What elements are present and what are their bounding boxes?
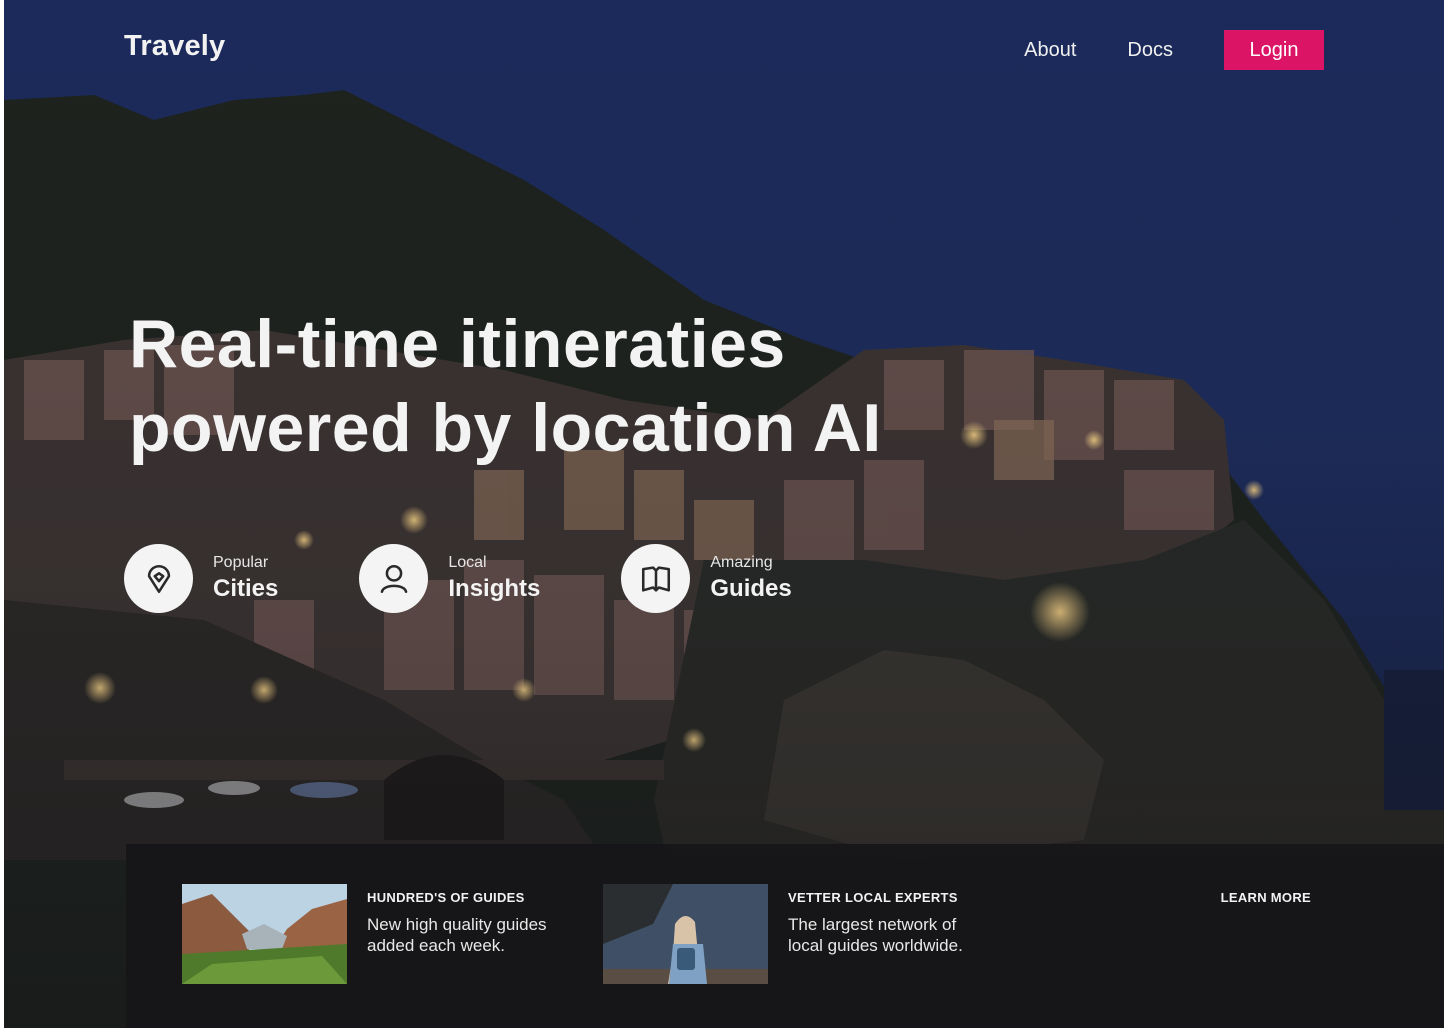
book-icon <box>621 544 691 613</box>
feature-list: Popular Cities Local Insights Amazing Gu… <box>124 544 873 613</box>
login-button[interactable]: Login <box>1224 30 1324 70</box>
learn-more-link[interactable]: LEARN MORE <box>1221 890 1311 905</box>
feature-label-small: Amazing <box>710 553 773 571</box>
feature-label-big: Insights <box>448 574 541 602</box>
brand-logo[interactable]: Travely <box>124 30 225 63</box>
map-pin-icon <box>124 544 193 613</box>
nav-link-docs[interactable]: Docs <box>1127 30 1173 70</box>
feature-guides: Amazing Guides <box>621 544 792 613</box>
info-card-description: The largest network of local guides worl… <box>788 915 963 955</box>
feature-label-small: Local <box>448 553 487 571</box>
feature-label-big: Cities <box>213 574 279 602</box>
feature-label-small: Popular <box>213 553 269 571</box>
info-card-title: HUNDRED'S OF GUIDES <box>367 890 525 905</box>
canyon-valley-photo <box>182 884 347 984</box>
info-card-title: VETTER LOCAL EXPERTS <box>788 890 958 905</box>
info-panel: HUNDRED'S OF GUIDES New high quality gui… <box>126 844 1444 1028</box>
hero-section: Travely About Docs Login Real-time itine… <box>4 0 1444 1028</box>
traveler-seaside-photo <box>603 884 768 984</box>
hero-headline-line-1: Real-time itineraties <box>129 306 786 382</box>
hero-headline: Real-time itineraties powered by locatio… <box>129 302 1029 470</box>
info-card-description: New high quality guides added each week. <box>367 915 547 955</box>
user-icon <box>359 544 429 613</box>
info-card-experts[interactable]: VETTER LOCAL EXPERTS The largest network… <box>603 884 988 984</box>
info-card-guides[interactable]: HUNDRED'S OF GUIDES New high quality gui… <box>182 884 567 984</box>
top-nav: About Docs Login <box>1024 30 1324 70</box>
feature-insights: Local Insights <box>359 544 540 613</box>
hero-headline-line-2: powered by location AI <box>129 390 882 466</box>
feature-cities: Popular Cities <box>124 544 278 613</box>
nav-link-about[interactable]: About <box>1024 30 1076 70</box>
feature-label-big: Guides <box>710 574 792 602</box>
